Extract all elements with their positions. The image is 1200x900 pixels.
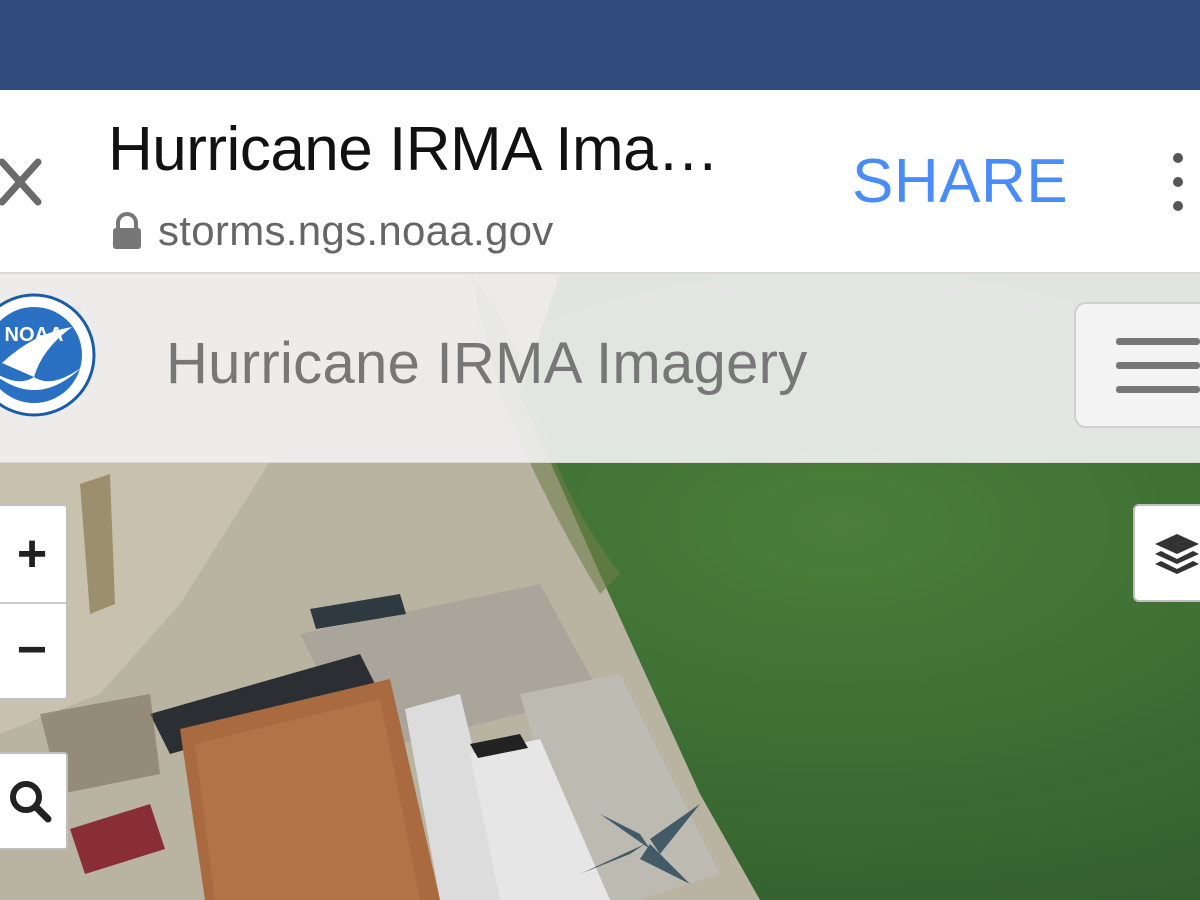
noaa-logo: NOAA bbox=[0, 293, 96, 417]
zoom-in-button[interactable]: + bbox=[0, 506, 66, 604]
close-icon bbox=[0, 158, 42, 206]
search-icon bbox=[10, 781, 52, 823]
map-search-button[interactable] bbox=[0, 752, 68, 850]
noaa-logo-text: NOAA bbox=[5, 324, 64, 346]
site-title: Hurricane IRMA Imagery bbox=[166, 331, 808, 396]
menu-button[interactable] bbox=[1074, 302, 1200, 428]
hamburger-menu-icon-middle bbox=[1116, 362, 1200, 369]
url-row: storms.ngs.noaa.gov bbox=[110, 205, 554, 257]
page-title: Hurricane IRMA Ima… bbox=[108, 115, 719, 184]
layers-button[interactable] bbox=[1133, 504, 1200, 602]
more-vert-icon[interactable] bbox=[1168, 150, 1188, 214]
close-tab-button[interactable] bbox=[0, 148, 52, 218]
status-bar bbox=[0, 0, 1200, 90]
zoom-control: + − bbox=[0, 504, 68, 700]
hamburger-menu-icon bbox=[1116, 338, 1200, 345]
lock-icon bbox=[113, 212, 141, 249]
hamburger-menu-icon-bottom bbox=[1116, 386, 1200, 393]
share-button[interactable]: SHARE bbox=[852, 146, 1068, 217]
url-text: storms.ngs.noaa.gov bbox=[158, 207, 554, 254]
layers-icon bbox=[1155, 534, 1199, 574]
zoom-out-button[interactable]: − bbox=[0, 602, 66, 698]
